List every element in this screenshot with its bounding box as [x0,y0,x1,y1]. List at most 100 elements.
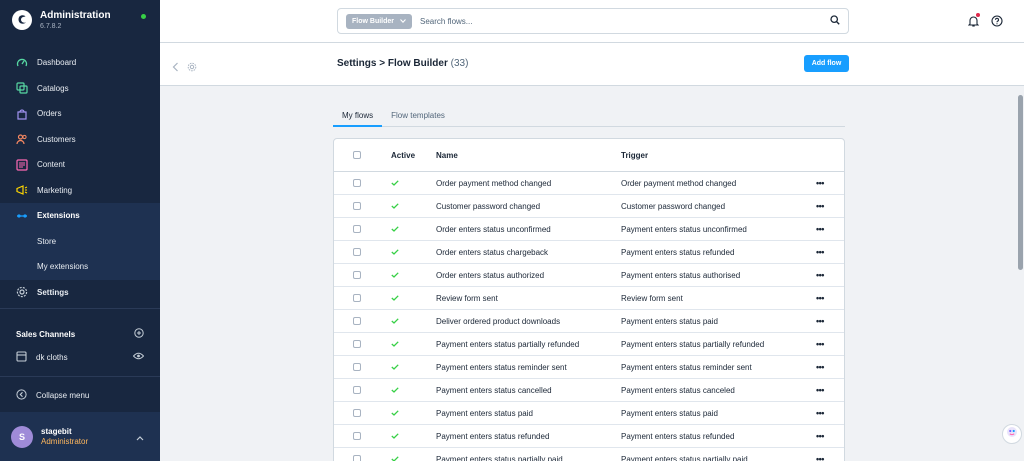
add-sales-channel-icon[interactable] [134,328,144,340]
sidebar-item-catalogs[interactable]: Catalogs [0,76,160,102]
active-check-icon [391,271,399,280]
collapse-menu-label: Collapse menu [36,390,90,400]
flow-name[interactable]: Payment enters status reminder sent [436,363,621,372]
row-checkbox[interactable] [353,340,361,348]
table-row[interactable]: Review form sent Review form sent ••• [334,287,844,310]
row-checkbox[interactable] [353,432,361,440]
floating-assistant-button[interactable] [1002,424,1022,444]
flow-name[interactable]: Order payment method changed [436,179,621,188]
assistant-icon [1006,425,1018,443]
flow-name[interactable]: Payment enters status cancelled [436,386,621,395]
flows-table: Active Name Trigger Order payment method… [333,138,845,461]
row-context-menu-icon[interactable]: ••• [816,386,824,395]
sidebar-subitem-store[interactable]: Store [0,228,160,254]
table-row[interactable]: Customer password changed Customer passwo… [334,195,844,218]
flow-name[interactable]: Payment enters status paid [436,409,621,418]
flow-name[interactable]: Payment enters status partially refunded [436,340,621,349]
row-checkbox[interactable] [353,317,361,325]
table-body: Order payment method changed Order paymen… [334,172,844,461]
page-header: Settings > Flow Builder (33) Add flow [160,43,1024,86]
table-row[interactable]: Payment enters status cancelled Payment e… [334,379,844,402]
flow-name[interactable]: Order enters status authorized [436,271,621,280]
flow-name[interactable]: Deliver ordered product downloads [436,317,621,326]
eye-icon[interactable] [132,352,145,362]
table-row[interactable]: Order payment method changed Order paymen… [334,172,844,195]
row-checkbox[interactable] [353,386,361,394]
sidebar-item-content[interactable]: Content [0,152,160,178]
user-menu[interactable]: S stagebit Administrator [0,412,160,461]
sales-channels-title: Sales Channels [16,329,76,339]
table-row[interactable]: Payment enters status partially refunded… [334,333,844,356]
table-row[interactable]: Order enters status unconfirmed Payment e… [334,218,844,241]
flow-trigger: Payment enters status partially refunded [621,339,765,349]
brand[interactable]: Administration 6.7.8.2 [0,0,160,40]
row-context-menu-icon[interactable]: ••• [816,340,824,349]
sidebar-item-settings[interactable]: Settings [0,280,160,306]
sidebar-item-extensions[interactable]: Extensions [0,203,160,229]
active-check-icon [391,294,399,303]
table-row[interactable]: Payment enters status paid Payment enters… [334,402,844,425]
user-name: stagebit [41,426,72,436]
flow-name[interactable]: Review form sent [436,294,621,303]
table-row[interactable]: Payment enters status reminder sent Payme… [334,356,844,379]
shopware-logo-icon [12,10,32,30]
row-context-menu-icon[interactable]: ••• [816,409,824,418]
row-context-menu-icon[interactable]: ••• [816,202,824,211]
table-row[interactable]: Deliver ordered product downloads Payment… [334,310,844,333]
row-context-menu-icon[interactable]: ••• [816,248,824,257]
sidebar-item-dashboard[interactable]: Dashboard [0,50,160,76]
sales-channel-name: dk cloths [36,352,68,362]
row-checkbox[interactable] [353,363,361,371]
breadcrumb: Settings > Flow Builder [337,58,448,69]
search-input[interactable] [420,16,830,26]
chevron-left-icon[interactable] [172,59,179,77]
active-check-icon [391,202,399,211]
row-checkbox[interactable] [353,202,361,210]
flow-name[interactable]: Order enters status chargeback [436,248,621,257]
row-context-menu-icon[interactable]: ••• [816,363,824,372]
row-checkbox[interactable] [353,248,361,256]
search-icon[interactable] [830,12,840,30]
flow-name[interactable]: Order enters status unconfirmed [436,225,621,234]
row-context-menu-icon[interactable]: ••• [816,432,824,441]
table-row[interactable]: Order enters status authorized Payment en… [334,264,844,287]
row-checkbox[interactable] [353,179,361,187]
row-context-menu-icon[interactable]: ••• [816,179,824,188]
select-all-checkbox[interactable] [353,151,361,159]
row-context-menu-icon[interactable]: ••• [816,271,824,280]
sidebar-item-customers[interactable]: Customers [0,127,160,153]
row-checkbox[interactable] [353,225,361,233]
search-type-select[interactable]: Flow Builder [346,13,412,29]
row-context-menu-icon[interactable]: ••• [816,455,824,461]
row-context-menu-icon[interactable]: ••• [816,294,824,303]
column-header-trigger[interactable]: Trigger [621,151,816,160]
row-context-menu-icon[interactable]: ••• [816,225,824,234]
table-row[interactable]: Payment enters status partially paid Paym… [334,448,844,461]
sales-channel-item[interactable]: dk cloths [16,350,145,363]
sidebar-item-label: Content [37,160,66,170]
scrollbar-thumb[interactable] [1018,95,1023,270]
sidebar-item-orders[interactable]: Orders [0,101,160,127]
flow-name[interactable]: Payment enters status refunded [436,432,621,441]
column-header-name[interactable]: Name [436,151,621,160]
flow-name[interactable]: Customer password changed [436,202,621,211]
tab-flow-templates[interactable]: Flow templates [382,106,454,127]
sidebar-subitem-my-extensions[interactable]: My extensions [0,254,160,280]
flow-name[interactable]: Payment enters status partially paid [436,455,621,461]
collapse-menu-button[interactable]: Collapse menu [16,388,90,401]
table-row[interactable]: Payment enters status refunded Payment en… [334,425,844,448]
gear-icon[interactable] [187,59,197,77]
row-checkbox[interactable] [353,455,361,461]
tab-my-flows[interactable]: My flows [333,106,383,127]
flow-trigger: Customer password changed [621,201,726,211]
row-checkbox[interactable] [353,409,361,417]
sidebar-item-marketing[interactable]: Marketing [0,178,160,204]
chevron-down-icon [400,18,406,25]
row-checkbox[interactable] [353,271,361,279]
add-flow-button[interactable]: Add flow [804,55,849,72]
column-header-active[interactable]: Active [391,151,436,160]
help-icon[interactable] [991,14,1003,32]
table-row[interactable]: Order enters status chargeback Payment en… [334,241,844,264]
row-context-menu-icon[interactable]: ••• [816,317,824,326]
row-checkbox[interactable] [353,294,361,302]
